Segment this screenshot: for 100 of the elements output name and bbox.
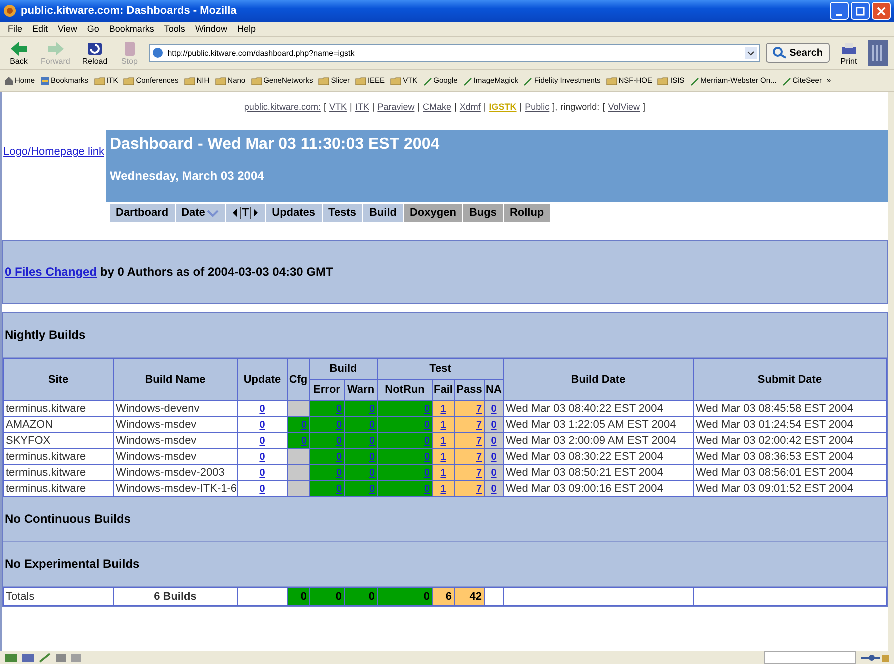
table-cell: Wed Mar 03 08:40:22 EST 2004 bbox=[504, 400, 694, 416]
project-link[interactable]: VTK bbox=[329, 102, 347, 112]
table-cell: Windows-msdev bbox=[114, 416, 238, 432]
column-header: Build Name bbox=[114, 358, 238, 400]
count-link[interactable]: 7 bbox=[476, 404, 482, 414]
toolbar-button[interactable]: Reload bbox=[79, 40, 111, 66]
nav-tab[interactable]: Date bbox=[176, 204, 226, 222]
count-link[interactable]: 0 bbox=[260, 484, 266, 494]
menu-item[interactable]: Help bbox=[237, 24, 256, 34]
folder-icon bbox=[657, 76, 670, 86]
count-link[interactable]: 7 bbox=[476, 484, 482, 494]
calendar-caret-icon bbox=[207, 208, 220, 218]
menu-item[interactable]: Go bbox=[87, 24, 100, 34]
next-icon[interactable] bbox=[253, 208, 260, 218]
count-link[interactable]: 7 bbox=[476, 468, 482, 478]
project-link[interactable]: ITK bbox=[355, 102, 370, 112]
logo-link[interactable]: Logo/Homepage link bbox=[4, 146, 104, 158]
folder-icon bbox=[318, 76, 330, 86]
count-link[interactable]: 0 bbox=[260, 420, 266, 430]
folder-icon bbox=[123, 76, 136, 86]
menu-item[interactable]: Tools bbox=[164, 24, 186, 34]
count-link[interactable]: 7 bbox=[476, 420, 482, 430]
column-header: NA bbox=[484, 380, 504, 400]
count-link[interactable]: 0 bbox=[260, 468, 266, 478]
table-cell: Windows-msdev bbox=[114, 448, 238, 464]
dashboard-title: Dashboard - Wed Mar 03 11:30:03 EST 2004 bbox=[110, 136, 441, 154]
menu-item[interactable]: Bookmarks bbox=[109, 24, 154, 34]
site-link[interactable]: public.kitware.com: bbox=[244, 102, 321, 112]
count-link[interactable]: 0 bbox=[491, 420, 497, 430]
files-changed-link[interactable]: 0 Files Changed bbox=[5, 265, 98, 279]
count-link[interactable]: 0 bbox=[491, 404, 497, 414]
count-link[interactable]: 1 bbox=[440, 404, 446, 414]
column-header: Fail bbox=[432, 380, 454, 400]
close-button[interactable] bbox=[872, 2, 891, 20]
count-link[interactable]: 1 bbox=[440, 484, 446, 494]
menu-item[interactable]: Window bbox=[195, 24, 228, 34]
print-button[interactable]: Print bbox=[836, 40, 862, 66]
table-cell: Windows-devenv bbox=[114, 400, 238, 416]
nav-tab[interactable]: Tests bbox=[322, 204, 362, 222]
nav-tab[interactable]: Dartboard bbox=[110, 204, 175, 222]
nav-tab[interactable]: Build bbox=[363, 204, 403, 222]
folder-icon bbox=[94, 76, 106, 86]
table-cell: Wed Mar 03 1:22:05 AM EST 2004 bbox=[504, 416, 694, 432]
table-cell: 6 bbox=[432, 588, 454, 606]
project-link[interactable]: Public bbox=[525, 102, 550, 112]
count-link[interactable]: 7 bbox=[476, 436, 482, 446]
table-cell: Wed Mar 03 2:00:09 AM EST 2004 bbox=[504, 432, 694, 448]
nav-tab[interactable]: Rollup bbox=[504, 204, 550, 222]
table-cell: 6 Builds bbox=[114, 588, 238, 606]
table-cell: terminus.kitware bbox=[4, 480, 114, 496]
table-cell: Wed Mar 03 08:36:53 EST 2004 bbox=[694, 448, 886, 464]
nav-tab[interactable]: Doxygen bbox=[404, 204, 462, 222]
menu-item[interactable]: View bbox=[58, 24, 78, 34]
column-header: Pass bbox=[454, 380, 484, 400]
count-link[interactable]: 7 bbox=[476, 452, 482, 462]
previous-icon[interactable] bbox=[232, 208, 238, 218]
column-header: Cfg bbox=[288, 358, 310, 400]
count-link[interactable]: 1 bbox=[440, 436, 446, 446]
folder-icon bbox=[390, 76, 402, 86]
nav-tab[interactable]: Bugs bbox=[463, 204, 503, 222]
menu-item[interactable]: Edit bbox=[32, 24, 48, 34]
app-icon bbox=[3, 4, 17, 18]
date-stepper[interactable]: T bbox=[226, 204, 266, 222]
url-field[interactable]: http://public.kitware.com/dashboard.php?name=igstk bbox=[148, 44, 760, 62]
project-link[interactable]: Xdmf bbox=[460, 102, 481, 112]
dashboard-date: Wednesday, March 03 2004 bbox=[110, 169, 266, 183]
count-link[interactable]: 0 bbox=[491, 436, 497, 446]
bracket-text: ] bbox=[643, 102, 646, 112]
column-header: Submit Date bbox=[694, 358, 886, 400]
count-link[interactable]: 0 bbox=[260, 452, 266, 462]
count-link[interactable]: 0 bbox=[491, 452, 497, 462]
count-link[interactable]: 0 bbox=[491, 484, 497, 494]
table-cell: terminus.kitware bbox=[4, 448, 114, 464]
bracket-text: ], bbox=[552, 102, 558, 112]
count-link[interactable]: 0 bbox=[491, 468, 497, 478]
count-link[interactable]: 1 bbox=[440, 452, 446, 462]
toolbar-button[interactable]: Back bbox=[6, 40, 32, 66]
table-cell: Wed Mar 03 08:50:21 EST 2004 bbox=[504, 464, 694, 480]
column-header: Test bbox=[378, 358, 504, 380]
separator-text: | bbox=[350, 102, 352, 112]
maximize-button[interactable] bbox=[851, 2, 870, 20]
dropdown-icon[interactable] bbox=[744, 47, 757, 59]
nav-tab[interactable]: Updates bbox=[266, 204, 322, 222]
bookmarks-icon bbox=[40, 76, 50, 86]
bookmark-link-icon bbox=[690, 76, 700, 86]
separator-text: | bbox=[484, 102, 486, 112]
count-link[interactable]: 1 bbox=[440, 420, 446, 430]
search-button[interactable]: Search bbox=[766, 43, 830, 63]
count-link[interactable]: 0 bbox=[260, 436, 266, 446]
project-link[interactable]: VolView bbox=[608, 102, 640, 112]
menu-item[interactable]: File bbox=[8, 24, 23, 34]
minimize-button[interactable] bbox=[830, 2, 849, 20]
count-link[interactable]: 0 bbox=[260, 404, 266, 414]
project-link[interactable]: CMake bbox=[423, 102, 452, 112]
column-header: Site bbox=[4, 358, 114, 400]
project-link[interactable]: Paraview bbox=[378, 102, 415, 112]
today-link[interactable]: T bbox=[240, 207, 252, 219]
count-link[interactable]: 1 bbox=[440, 468, 446, 478]
table-cell: 0 bbox=[310, 588, 344, 606]
folder-icon bbox=[606, 76, 618, 86]
